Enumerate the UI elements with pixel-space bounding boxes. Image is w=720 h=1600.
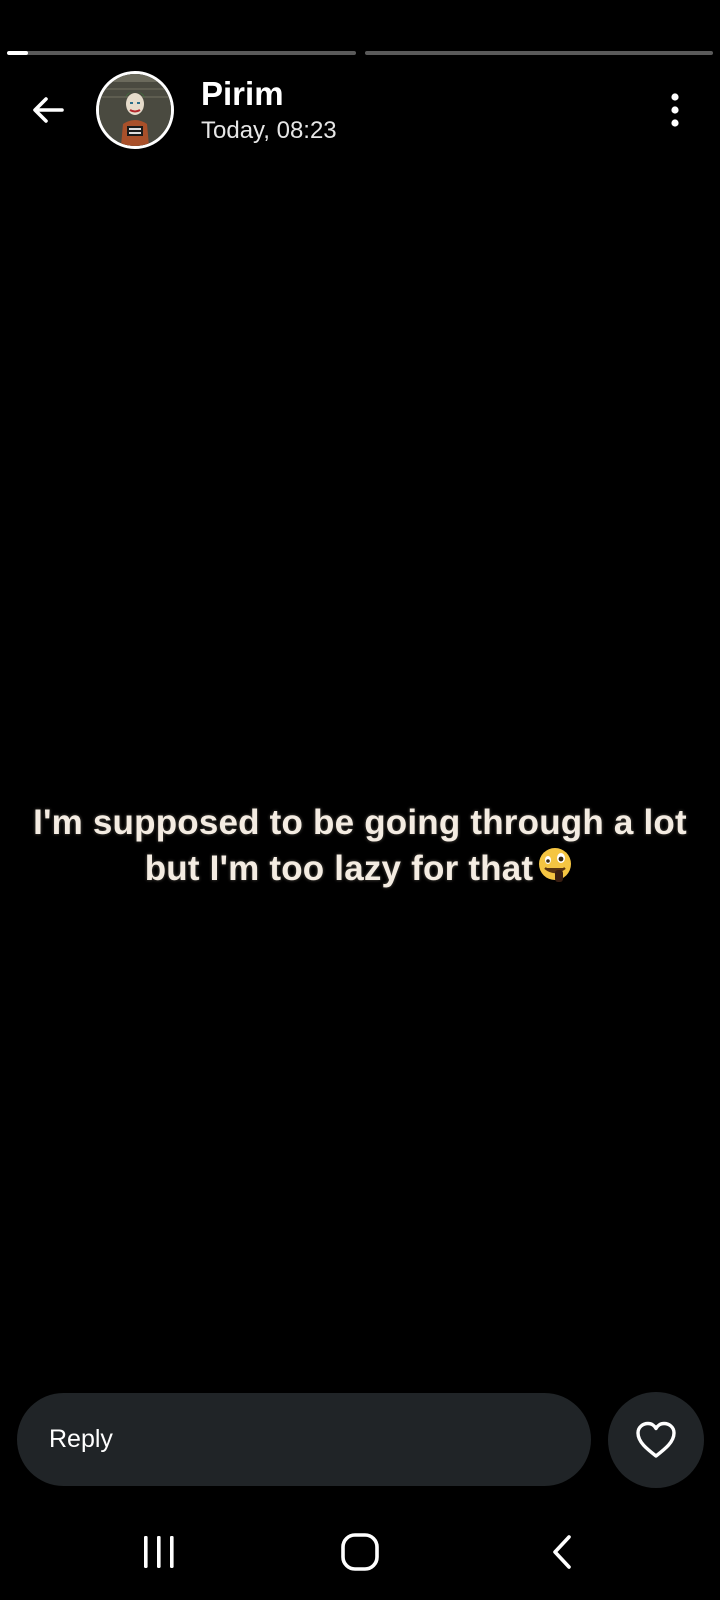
nav-back-icon: [553, 1535, 571, 1569]
avatar-image: [99, 74, 171, 146]
more-options-button[interactable]: [652, 86, 698, 134]
heart-outline-icon: [636, 1421, 676, 1458]
back-button[interactable]: [22, 84, 74, 136]
avatar[interactable]: [96, 71, 174, 149]
recent-apps-icon: [144, 1536, 174, 1568]
story-timestamp: Today, 08:23: [201, 117, 337, 144]
story-text-line-2: but I'm too lazy for that: [0, 846, 720, 892]
nav-back-button[interactable]: [532, 1522, 592, 1582]
story-content: I'm supposed to be going through a lot b…: [0, 800, 720, 892]
story-text-line-1: I'm supposed to be going through a lot: [33, 803, 687, 842]
more-vertical-icon: [671, 93, 679, 127]
story-progress-segment-1: [7, 51, 356, 55]
story-text-line-2-text: but I'm too lazy for that: [144, 849, 534, 888]
system-navigation-bar: [0, 1500, 720, 1600]
recent-apps-button[interactable]: [129, 1522, 189, 1582]
zany-face-emoji-icon: [539, 848, 572, 882]
story-viewer-screen: Pirim Today, 08:23 I'm supposed to be go…: [0, 0, 720, 1600]
story-header-info[interactable]: Pirim Today, 08:23: [201, 74, 337, 146]
arrow-left-icon: [33, 97, 64, 123]
story-author-name: Pirim: [201, 75, 284, 112]
story-progress: [7, 51, 713, 55]
reply-placeholder: Reply: [49, 1425, 113, 1453]
like-button[interactable]: [608, 1392, 704, 1488]
story-progress-segment-2: [364, 51, 713, 55]
home-button[interactable]: [330, 1522, 390, 1582]
reply-input[interactable]: Reply: [17, 1393, 591, 1486]
home-icon: [341, 1533, 379, 1571]
story-progress-fill-1: [7, 51, 28, 55]
